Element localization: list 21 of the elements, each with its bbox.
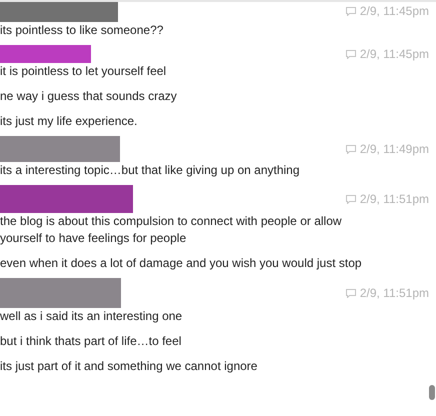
message-text: it is pointless to let yourself feel — [0, 63, 168, 80]
comment-icon — [346, 50, 356, 58]
message-text: even when it does a lot of damage and you wish you would just stop — [0, 255, 363, 272]
comment-icon — [346, 194, 356, 204]
comment-icon — [346, 6, 356, 16]
message-text: its a interesting topic…but that like giving up on anything — [0, 162, 301, 179]
message-text: the blog is about this compulsion to connect with people or allow yourself to have feelings for people — [0, 213, 343, 247]
message-text: but i think thats part of life…to feel — [0, 333, 182, 350]
comment-icon — [346, 144, 356, 154]
message-time: 2/9, 11:49pm — [360, 142, 429, 156]
message-time: 2/9, 11:51pm — [360, 286, 429, 300]
message-time: 2/9, 11:45pm — [360, 47, 429, 61]
message-text: ne way i guess that sounds crazy — [0, 88, 178, 105]
message-text: well as i said its an interesting one — [0, 308, 184, 325]
message-text: its just my life experience. — [0, 113, 138, 130]
message-time: 2/9, 11:51pm — [360, 192, 429, 206]
message-text: its pointless to like someone?? — [0, 22, 164, 39]
message-text: its just part of it and something we cannot ignore — [0, 358, 258, 375]
message-time: 2/9, 11:45pm — [360, 4, 429, 18]
comment-icon — [346, 288, 356, 298]
scrollbar-thumb[interactable] — [429, 385, 435, 400]
